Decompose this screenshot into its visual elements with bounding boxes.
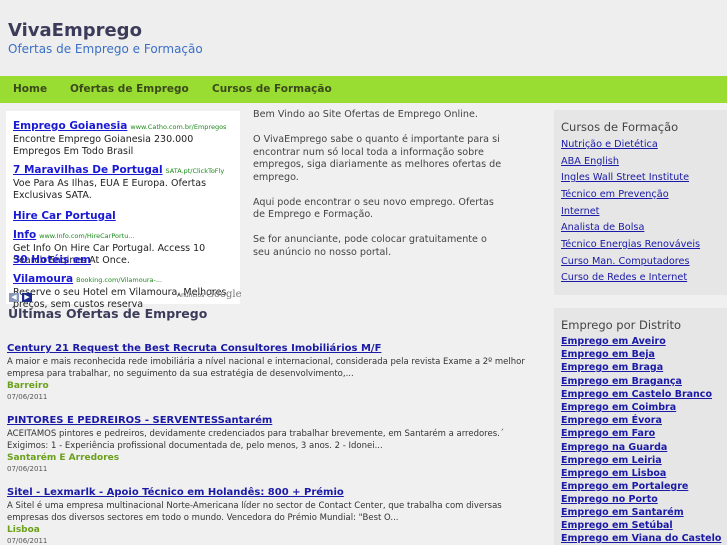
ad-url[interactable]: SATA.pt/ClickToFly xyxy=(166,167,225,175)
ads-by-label: Anúncios xyxy=(177,292,205,299)
district-link[interactable]: Emprego em Bragança xyxy=(561,376,682,387)
main-nav: Home Ofertas de Emprego Cursos de Formaç… xyxy=(0,76,727,103)
district-link[interactable]: Emprego na Guarda xyxy=(561,442,667,453)
course-link[interactable]: Curso Man. Computadores xyxy=(561,256,690,267)
job-offer-description: A Sitel é uma empresa multinacional Nort… xyxy=(7,501,502,523)
job-offer-date: 07/06/2011 xyxy=(7,537,48,545)
nav-training-courses[interactable]: Cursos de Formação xyxy=(212,83,332,95)
ad-box: Emprego Goianesia www.Catho.com.br/Empreg… xyxy=(6,111,240,310)
course-link[interactable]: Técnico em Prevenção xyxy=(561,189,669,200)
job-offer-date: 07/06/2011 xyxy=(7,393,48,401)
nav-home[interactable]: Home xyxy=(13,83,47,95)
welcome-paragraph: O VivaEmprego sabe o quanto é importante… xyxy=(253,134,502,183)
course-link[interactable]: Nutrição e Dietética xyxy=(561,139,658,150)
ad-url[interactable]: www.Info.com/HireCarPortu... xyxy=(39,232,134,240)
course-link[interactable]: Analista de Bolsa xyxy=(561,222,644,233)
district-link[interactable]: Emprego em Aveiro xyxy=(561,336,666,347)
welcome-paragraph: Se for anunciante, pode colocar gratuita… xyxy=(253,234,487,258)
district-link[interactable]: Emprego em Évora xyxy=(561,415,662,426)
courses-panel: Cursos de Formação Nutrição e Dietética … xyxy=(554,110,727,295)
site-header: VivaEmprego Ofertas de Emprego e Formaçã… xyxy=(0,0,727,76)
google-logo: Google xyxy=(206,289,242,300)
arrow-left-icon[interactable]: ◀ xyxy=(9,293,19,302)
job-offer-location: Barreiro xyxy=(7,381,49,391)
ad-text: Voe Para As Ilhas, EUA E Europa. Ofertas… xyxy=(13,178,207,201)
district-link[interactable]: Emprego no Porto xyxy=(561,494,658,505)
latest-offers-heading: Últimas Ofertas de Emprego xyxy=(8,306,208,321)
job-offer-item: Century 21 Request the Best Recruta Cons… xyxy=(7,336,542,401)
job-offer-item: Sitel - Lexmarlk - Apoio Técnico em Hola… xyxy=(7,480,542,545)
nav-job-offers[interactable]: Ofertas de Emprego xyxy=(70,83,189,95)
ad-url[interactable]: www.Catho.com.br/Empregos xyxy=(130,123,226,131)
course-link[interactable]: ABA English xyxy=(561,156,619,167)
districts-heading: Emprego por Distrito xyxy=(561,318,682,332)
district-link[interactable]: Emprego em Viana do Castelo xyxy=(561,533,721,544)
district-link[interactable]: Emprego em Faro xyxy=(561,428,655,439)
courses-heading: Cursos de Formação xyxy=(561,120,679,134)
district-link[interactable]: Emprego em Braga xyxy=(561,362,663,373)
job-offer-description: ACEITAMOS pintores e pedreiros, devidame… xyxy=(7,429,505,451)
ad-title[interactable]: 7 Maravilhas De Portugal xyxy=(13,164,163,176)
district-link[interactable]: Emprego em Castelo Branco xyxy=(561,389,712,400)
course-link[interactable]: Técnico Energias Renováveis xyxy=(561,239,700,250)
district-link[interactable]: Emprego em Leiria xyxy=(561,455,662,466)
job-offer-title[interactable]: Century 21 Request the Best Recruta Cons… xyxy=(7,343,381,354)
district-link[interactable]: Emprego em Coimbra xyxy=(561,402,676,413)
ad-text: Encontre Emprego Goianesia 230.000 Empre… xyxy=(13,134,194,157)
ad-item: Emprego Goianesia www.Catho.com.br/Empreg… xyxy=(13,114,235,158)
job-offer-item: PINTORES E PEDREIROS - SERVENTESSantarém… xyxy=(7,408,542,473)
job-offer-date: 07/06/2011 xyxy=(7,465,48,473)
welcome-paragraph: Bem Vindo ao Site Ofertas de Emprego Onl… xyxy=(253,109,478,120)
site-tagline: Ofertas de Emprego e Formação xyxy=(8,42,203,56)
ad-title[interactable]: Emprego Goianesia xyxy=(13,120,127,132)
welcome-text: Bem Vindo ao Site Ofertas de Emprego Onl… xyxy=(253,109,503,272)
course-link[interactable]: Internet xyxy=(561,206,599,217)
district-link[interactable]: Emprego em Beja xyxy=(561,349,655,360)
job-offer-location: Lisboa xyxy=(7,525,40,535)
course-link[interactable]: Ingles Wall Street Institute xyxy=(561,172,689,183)
district-link[interactable]: Emprego em Lisboa xyxy=(561,468,666,479)
ad-url[interactable]: Booking.com/Vilamoura-... xyxy=(76,276,162,284)
welcome-paragraph: Aqui pode encontrar o seu novo emprego. … xyxy=(253,196,494,221)
job-offer-description: A maior e mais reconhecida rede imobiliá… xyxy=(7,357,525,379)
job-offer-title[interactable]: Sitel - Lexmarlk - Apoio Técnico em Hola… xyxy=(7,487,344,498)
district-link[interactable]: Emprego em Santarém xyxy=(561,507,684,518)
district-link[interactable]: Emprego em Setúbal xyxy=(561,520,673,531)
job-offer-location: Santarém E Arredores xyxy=(7,453,120,463)
ad-item: 30 Hotéis em Vilamoura Booking.com/Vilamo… xyxy=(13,248,235,311)
districts-panel: Emprego por Distrito Emprego em Aveiro E… xyxy=(554,308,727,545)
district-link[interactable]: Emprego em Portalegre xyxy=(561,481,688,492)
site-title[interactable]: VivaEmprego xyxy=(8,20,142,41)
ad-item: 7 Maravilhas De Portugal SATA.pt/ClickToF… xyxy=(13,158,235,202)
course-link[interactable]: Curso de Redes e Internet xyxy=(561,272,687,283)
job-offer-title[interactable]: PINTORES E PEDREIROS - SERVENTESSantarém xyxy=(7,415,272,426)
arrow-right-icon[interactable]: ▶ xyxy=(22,293,32,302)
